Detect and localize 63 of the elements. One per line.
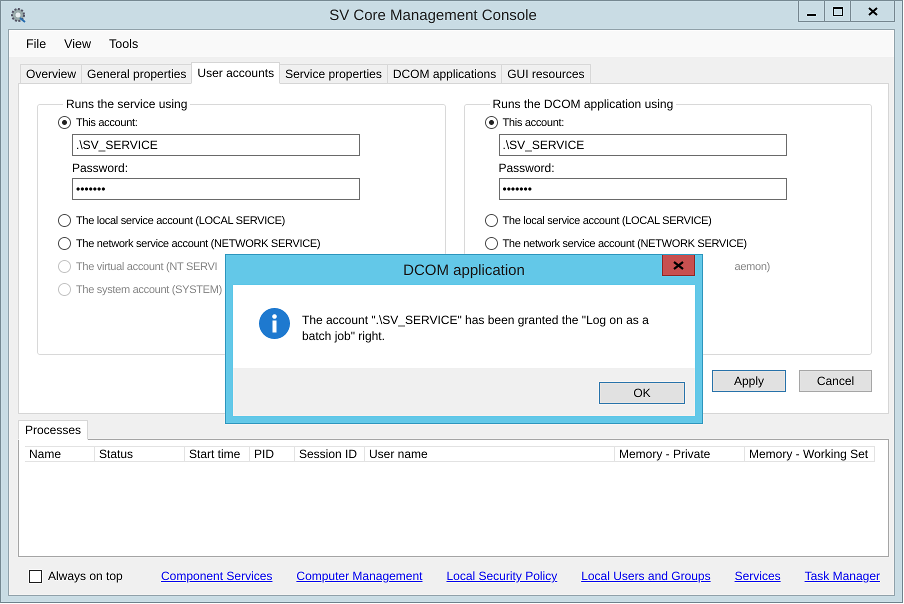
radio-label: The system account (SYSTEM) (76, 284, 222, 296)
radio-label: The local service account (LOCAL SERVICE) (76, 214, 286, 226)
radio-button[interactable] (58, 214, 71, 227)
radio-button[interactable] (58, 116, 71, 129)
close-icon (868, 6, 878, 16)
minimize-icon (807, 14, 816, 16)
tab[interactable]: Overview (20, 64, 82, 83)
dialog-title: DCOM application (402, 262, 526, 278)
gear-icon (9, 6, 27, 24)
column-header[interactable]: Session ID (295, 446, 365, 462)
info-icon (259, 308, 290, 339)
password-label: Password: (498, 161, 556, 175)
group-title: Runs the service using (65, 97, 188, 111)
dialog-button[interactable]: Apply (712, 370, 786, 392)
link[interactable]: Component Services (161, 569, 272, 583)
radio-label: The local service account (LOCAL SERVICE) (502, 214, 712, 226)
account-field[interactable]: .\SV_SERVICE (72, 134, 360, 156)
radio-label: The virtual account (NT SERVI (76, 260, 218, 272)
tab[interactable]: Service properties (279, 64, 388, 83)
menu-item[interactable]: Tools (101, 36, 146, 50)
ok-button[interactable]: OK (599, 382, 685, 404)
column-header[interactable]: User name (365, 446, 615, 462)
close-icon (673, 260, 684, 270)
password-field[interactable]: ••••••• (498, 178, 786, 200)
tab[interactable]: GUI resources (501, 64, 591, 83)
radio-button[interactable] (484, 116, 498, 129)
tab[interactable]: General properties (81, 64, 192, 83)
link[interactable]: Local Users and Groups (581, 569, 711, 583)
radio-label: This account: (76, 116, 138, 128)
column-header[interactable]: Memory - Private (615, 446, 745, 462)
radio-button[interactable] (484, 237, 498, 250)
radio-button[interactable] (484, 214, 498, 227)
dialog-button[interactable]: Cancel (799, 370, 872, 392)
link[interactable]: Local Security Policy (446, 569, 558, 583)
account-field[interactable]: .\SV_SERVICE (498, 134, 786, 156)
menu-item[interactable]: File (18, 36, 54, 50)
password-field[interactable]: ••••••• (72, 178, 360, 200)
radio-label: aemon) (734, 260, 770, 272)
column-header[interactable]: Name (25, 446, 95, 462)
radio-button[interactable] (58, 237, 71, 250)
minimize-button[interactable] (798, 1, 825, 22)
link[interactable]: Computer Management (296, 569, 422, 583)
link[interactable]: Services (734, 569, 781, 583)
column-header[interactable]: PID (250, 446, 295, 462)
checkbox[interactable] (29, 570, 42, 582)
tab[interactable]: User accounts (191, 62, 280, 84)
column-header[interactable]: Start time (185, 446, 250, 462)
dialog-message: The account ".\SV_SERVICE" has been granted the "Log on as a batch job" right. (302, 312, 650, 344)
window-title: SV Core Management Console (328, 6, 538, 24)
column-header[interactable]: Memory - Working Set (745, 446, 875, 462)
radio-label: The network service account (NETWORK SERVICE) (502, 238, 747, 250)
link[interactable]: Task Manager (804, 569, 880, 583)
tab[interactable]: Processes (18, 420, 88, 440)
group-title: Runs the DCOM application using (492, 97, 674, 111)
close-button[interactable] (850, 1, 895, 22)
radio-label: The network service account (NETWORK SERVICE) (76, 238, 320, 250)
password-label: Password: (72, 161, 130, 175)
menu-item[interactable]: View (56, 36, 100, 50)
tab[interactable]: DCOM applications (386, 64, 502, 83)
checkbox-label: Always on top (48, 569, 123, 583)
radio-label: This account: (502, 116, 564, 128)
maximize-icon (832, 6, 842, 16)
column-header[interactable]: Status (95, 446, 185, 462)
